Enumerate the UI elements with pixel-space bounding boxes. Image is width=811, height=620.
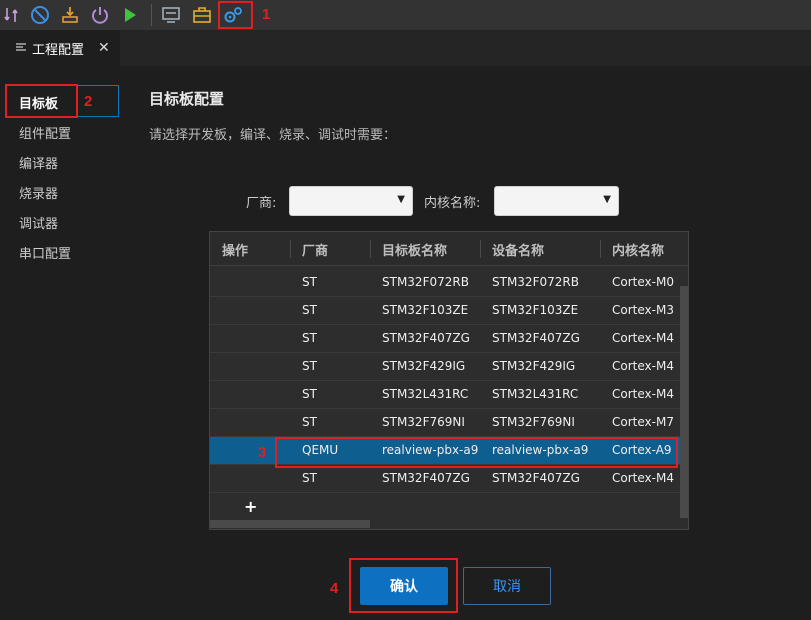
header-device-name: 设备名称 <box>492 244 545 259</box>
cell-board: STM32F103ZE <box>382 303 469 317</box>
vendor-label: 厂商: <box>246 196 277 211</box>
cell-core: Cortex-M4 <box>612 387 674 401</box>
cell-board: STM32F407ZG <box>382 471 470 485</box>
annotation-box-3 <box>275 437 678 468</box>
header-board-name: 目标板名称 <box>382 244 448 259</box>
cell-vendor: ST <box>302 275 317 289</box>
sidebar-item-compiler[interactable]: 编译器 <box>19 153 58 172</box>
tab-label: 工程配置 <box>32 42 85 58</box>
sidebar-item-components[interactable]: 组件配置 <box>19 123 71 142</box>
vendor-select[interactable]: ▼ <box>289 186 413 216</box>
sidebar-item-target-board[interactable]: 目标板 <box>19 93 58 112</box>
table-row[interactable]: ST STM32F769NI STM32F769NI Cortex-M7 <box>210 409 680 437</box>
core-label: 内核名称: <box>424 196 481 211</box>
cell-board: STM32F072RB <box>382 275 469 289</box>
run-icon[interactable] <box>118 3 142 27</box>
horizontal-scrollbar[interactable] <box>210 519 680 529</box>
header-action: 操作 <box>222 244 249 259</box>
cell-core: Cortex-M7 <box>612 415 674 429</box>
cell-device: STM32F072RB <box>492 275 579 289</box>
table-row[interactable]: ST STM32L431RC STM32L431RC Cortex-M4 <box>210 381 680 409</box>
cell-vendor: ST <box>302 331 317 345</box>
cell-board: STM32F769NI <box>382 415 465 429</box>
cell-board: STM32F429IG <box>382 359 466 373</box>
page-description: 请选择开发板，编译、烧录、调试时需要： <box>149 128 397 143</box>
dropdown-arrow-icon: ▼ <box>603 194 611 205</box>
page-title: 目标板配置 <box>149 90 225 108</box>
confirm-button[interactable]: 确认 <box>360 567 448 605</box>
vertical-scrollbar[interactable] <box>680 266 688 519</box>
table-row[interactable]: ST STM32F103ZE STM32F103ZE Cortex-M3 <box>210 297 680 325</box>
cell-core: Cortex-M4 <box>612 471 674 485</box>
tab-bar: 工程配置 ✕ <box>0 30 811 66</box>
sidebar-item-debugger[interactable]: 调试器 <box>19 213 58 232</box>
close-icon[interactable]: ✕ <box>98 40 110 56</box>
sidebar-item-burner[interactable]: 烧录器 <box>19 183 58 202</box>
download-icon[interactable] <box>58 3 82 27</box>
cell-vendor: ST <box>302 471 317 485</box>
header-vendor: 厂商 <box>302 244 329 259</box>
cell-vendor: ST <box>302 387 317 401</box>
cell-vendor: ST <box>302 359 317 373</box>
cell-device: STM32F429IG <box>492 359 576 373</box>
stop-icon[interactable] <box>28 3 52 27</box>
build-icon[interactable] <box>0 3 24 27</box>
sidebar-item-serial[interactable]: 串口配置 <box>19 243 71 262</box>
cell-device: STM32F407ZG <box>492 331 580 345</box>
toolbox-icon[interactable] <box>190 3 214 27</box>
header-core-name: 内核名称 <box>612 244 665 259</box>
menu-lines-icon <box>16 41 26 56</box>
cell-core: Cortex-M4 <box>612 359 674 373</box>
table-row[interactable]: ST STM32F407ZG STM32F407ZG Cortex-M4 <box>210 325 680 353</box>
toolbar: 1 <box>0 0 811 30</box>
cell-board: STM32F407ZG <box>382 331 470 345</box>
table-row[interactable]: ST STM32F072RB STM32F072RB Cortex-M0 <box>210 269 680 297</box>
cell-device: STM32F407ZG <box>492 471 580 485</box>
horizontal-scroll-thumb[interactable] <box>210 520 370 528</box>
vertical-scroll-thumb[interactable] <box>680 286 688 518</box>
dropdown-arrow-icon: ▼ <box>397 194 405 205</box>
cell-board: STM32L431RC <box>382 387 469 401</box>
cell-device: STM32F769NI <box>492 415 575 429</box>
cell-core: Cortex-M4 <box>612 331 674 345</box>
tab-project-config[interactable]: 工程配置 ✕ <box>0 30 120 66</box>
cancel-button[interactable]: 取消 <box>463 567 551 605</box>
table-row[interactable]: ST STM32F407ZG STM32F407ZG Cortex-M4 <box>210 465 680 493</box>
cell-core: Cortex-M0 <box>612 275 674 289</box>
power-icon[interactable] <box>88 3 112 27</box>
add-row-button[interactable]: + <box>244 497 257 516</box>
add-row: + <box>210 497 680 519</box>
annotation-label-2: 2 <box>84 93 93 110</box>
table-row[interactable]: ST STM32F429IG STM32F429IG Cortex-M4 <box>210 353 680 381</box>
cell-vendor: ST <box>302 303 317 317</box>
annotation-box-1 <box>218 1 253 29</box>
cell-core: Cortex-M3 <box>612 303 674 317</box>
cell-device: STM32F103ZE <box>492 303 579 317</box>
cell-vendor: ST <box>302 415 317 429</box>
annotation-label-4: 4 <box>330 580 339 597</box>
annotation-label-3: 3 <box>258 444 267 461</box>
core-select[interactable]: ▼ <box>494 186 619 216</box>
board-table: 操作 厂商 目标板名称 设备名称 内核名称 ST STM32F072RB STM… <box>209 231 689 530</box>
annotation-label-1: 1 <box>262 6 271 23</box>
monitor-icon[interactable] <box>159 3 183 27</box>
table-header: 操作 厂商 目标板名称 设备名称 内核名称 <box>210 232 688 266</box>
cell-device: STM32L431RC <box>492 387 579 401</box>
